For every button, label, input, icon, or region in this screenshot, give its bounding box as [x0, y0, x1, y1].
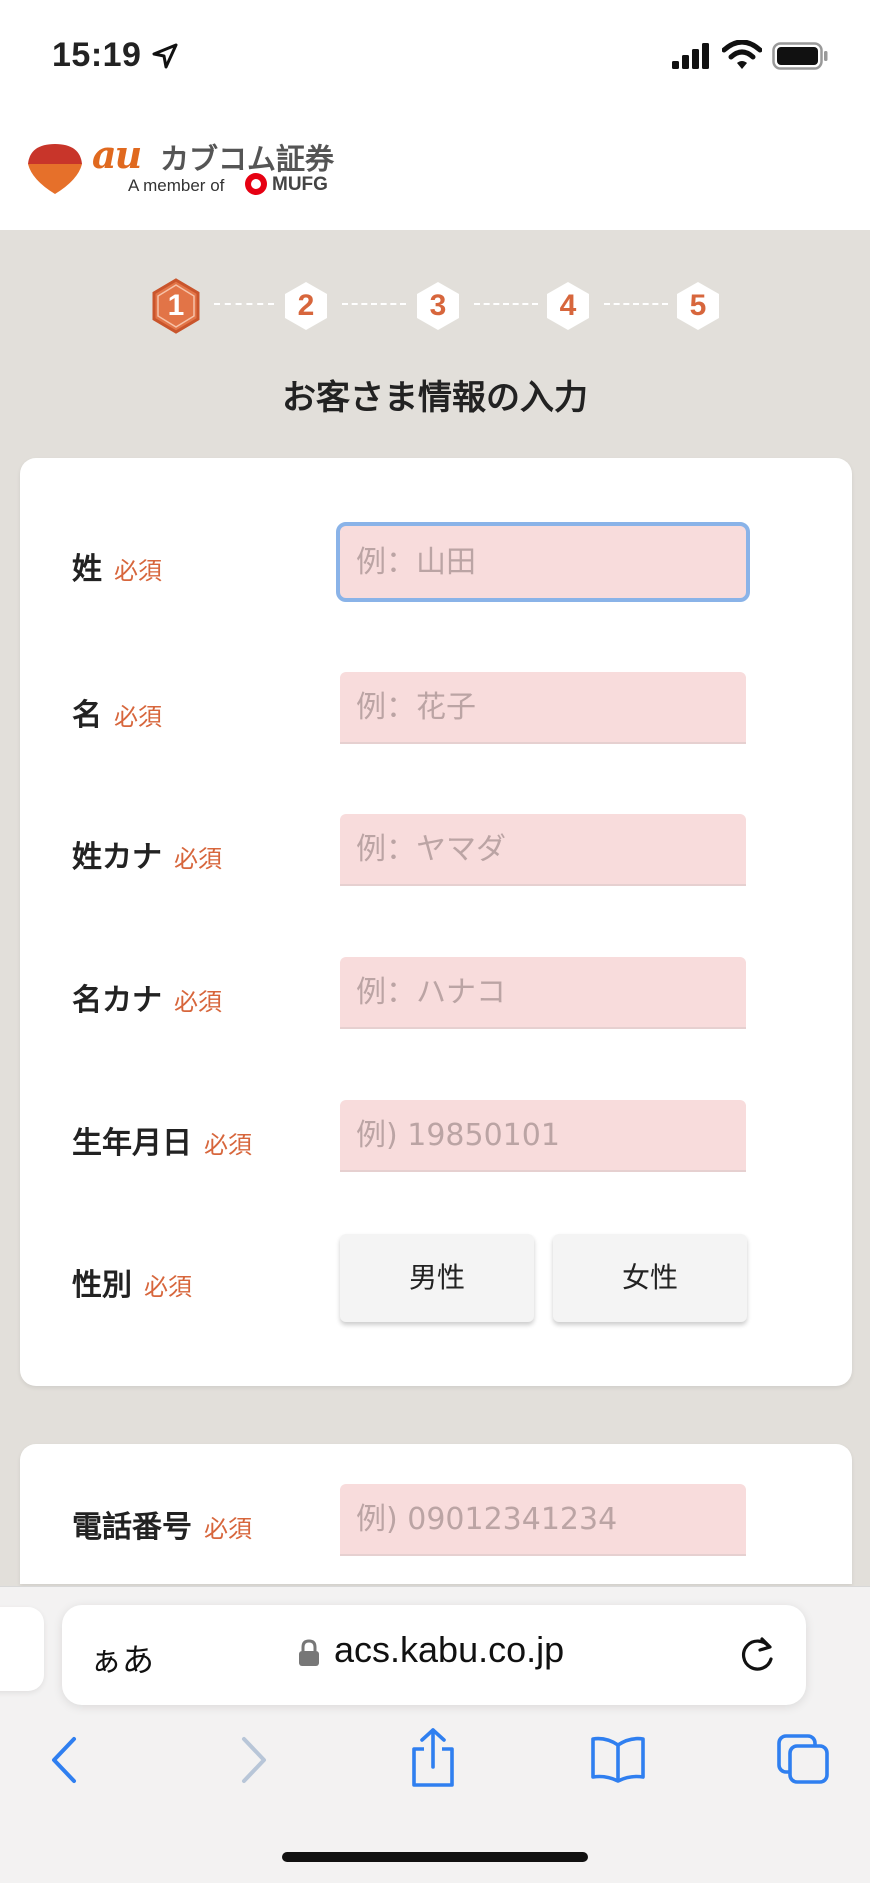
step-number: 4: [559, 289, 577, 322]
required-badge: 必須: [114, 557, 162, 585]
bookmarks-icon[interactable]: [590, 1735, 646, 1783]
home-indicator: [282, 1852, 588, 1862]
brand-au: au: [92, 132, 142, 177]
lock-icon: [299, 1639, 319, 1666]
field-label: 姓必須: [72, 552, 162, 587]
status-bar: 15:19: [0, 0, 870, 112]
step-number: 1: [167, 289, 185, 322]
step-number: 5: [689, 289, 707, 322]
page-title: お客さま情報の入力: [282, 378, 588, 418]
cellular-signal-icon: [672, 43, 709, 69]
required-badge: 必須: [114, 703, 162, 731]
step-connector: [214, 303, 274, 305]
first-name-input[interactable]: [340, 672, 746, 744]
last-name-kana-row: 姓カナ 必須: [20, 814, 852, 890]
step-number: 3: [429, 289, 447, 322]
first-name-row: 名必須: [20, 672, 852, 748]
phone-input[interactable]: [340, 1484, 746, 1556]
step-2: 2: [280, 278, 332, 334]
previous-tab-preview[interactable]: [0, 1607, 44, 1691]
status-time: 15:19: [52, 36, 142, 74]
wifi-icon: [722, 40, 762, 69]
site-header: au カブコム証券 A member of MUFG: [0, 112, 870, 230]
step-5: 5: [672, 278, 724, 334]
required-badge: 必須: [204, 1131, 252, 1159]
step-4: 4: [542, 278, 594, 334]
required-badge: 必須: [174, 988, 222, 1016]
mufg-logo-icon: [245, 173, 267, 195]
battery-icon: [772, 42, 828, 70]
browser-toolbar: ぁあ acs.kabu.co.jp: [0, 1586, 870, 1883]
gender-female-button[interactable]: 女性: [553, 1234, 747, 1322]
location-arrow-icon: [152, 43, 178, 69]
address-bar[interactable]: ぁあ acs.kabu.co.jp: [62, 1605, 806, 1705]
kabucom-logo-mark-icon: [28, 144, 82, 194]
brand-member-text: A member of: [128, 176, 225, 195]
gender-male-button[interactable]: 男性: [340, 1234, 534, 1322]
first-name-kana-row: 名カナ 必須: [20, 957, 852, 1033]
share-icon[interactable]: [408, 1727, 458, 1789]
brand-mufg: MUFG: [272, 174, 328, 195]
step-connector: [342, 303, 406, 305]
back-icon[interactable]: [48, 1735, 82, 1785]
birthdate-row: 生年月日 必須: [20, 1100, 852, 1176]
required-badge: 必須: [204, 1515, 252, 1543]
text-size-button[interactable]: ぁあ: [90, 1635, 154, 1681]
step-1-active: 1: [150, 278, 202, 334]
personal-info-card: 姓必須 名必須 姓カナ必須 名カナ必須 生年月日必須 性別必須 男性 女性: [20, 458, 852, 1386]
required-badge: 必須: [174, 845, 222, 873]
last-name-kana-input[interactable]: [340, 814, 746, 886]
last-name-row: 姓必須: [20, 522, 852, 602]
field-label: 姓カナ 必須: [72, 840, 222, 875]
birthdate-input[interactable]: [340, 1100, 746, 1172]
field-label: 生年月日 必須: [72, 1126, 252, 1161]
phone-row: 電話番号 必須: [20, 1484, 852, 1560]
tabs-icon[interactable]: [776, 1733, 830, 1785]
url-text: acs.kabu.co.jp: [334, 1629, 565, 1670]
first-name-kana-input[interactable]: [340, 957, 746, 1029]
forward-icon[interactable]: [236, 1735, 270, 1785]
field-label: 電話番号 必須: [72, 1510, 252, 1545]
contact-info-card: 電話番号 必須: [20, 1444, 852, 1584]
step-connector: [604, 303, 668, 305]
required-badge: 必須: [144, 1273, 192, 1301]
step-indicator: 1 2 3 4 5: [0, 278, 870, 334]
field-label: 性別 必須: [72, 1268, 192, 1303]
step-3: 3: [412, 278, 464, 334]
gender-row: 性別 必須 男性 女性: [20, 1234, 852, 1322]
step-number: 2: [297, 289, 315, 322]
field-label: 名カナ 必須: [72, 983, 222, 1018]
last-name-input[interactable]: [336, 522, 750, 602]
step-connector: [474, 303, 538, 305]
field-label: 名必須: [72, 698, 162, 733]
reload-icon[interactable]: [738, 1633, 778, 1675]
